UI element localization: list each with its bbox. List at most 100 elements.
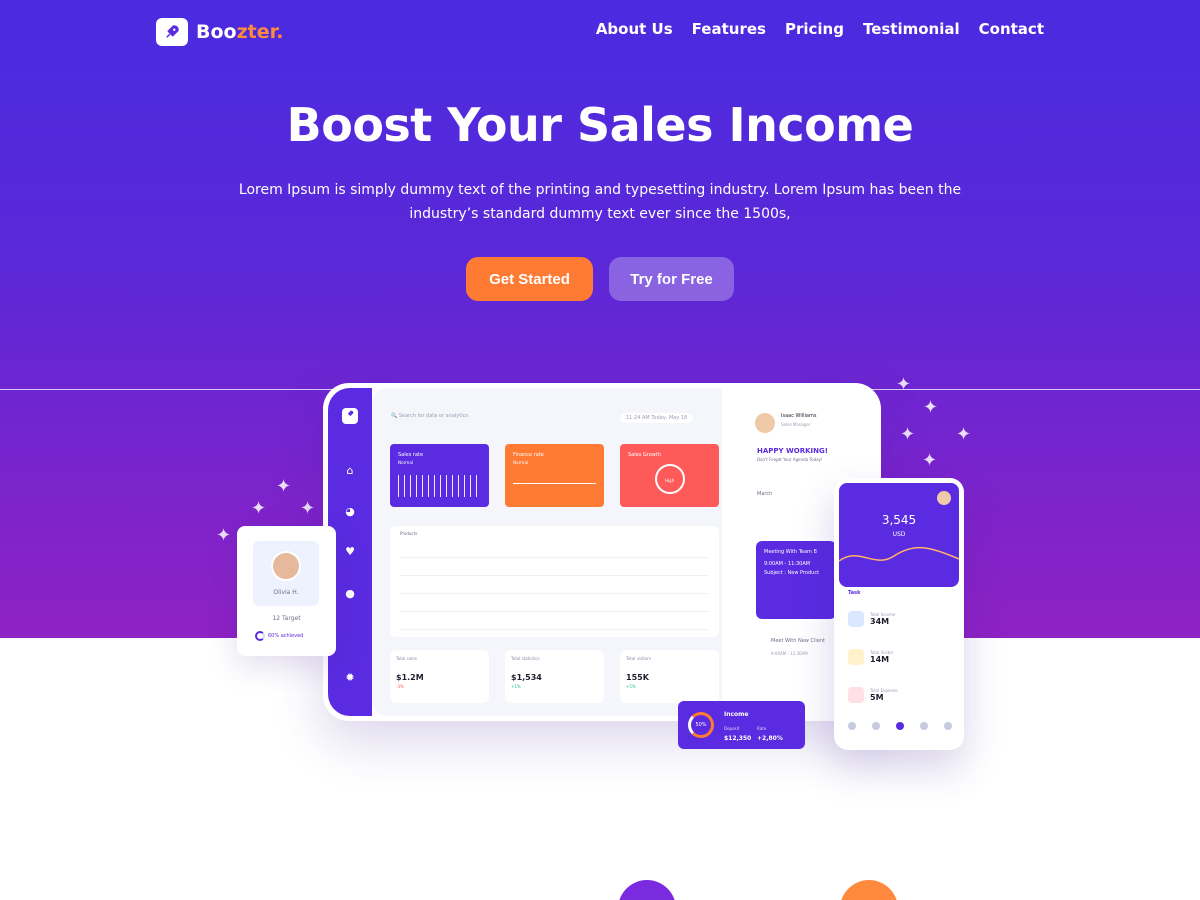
tab-icon[interactable] <box>944 722 952 730</box>
dashboard-search[interactable]: 🔍 Search for data or analytics <box>391 413 468 419</box>
feature-icon-orange <box>840 880 898 900</box>
meeting-card[interactable]: Meeting With Team B 9:00AM - 11:30AM Sub… <box>756 541 836 619</box>
stat-label: Total sales <box>396 656 417 661</box>
calendar-month: March <box>757 491 773 497</box>
task-item[interactable]: Total Income 34M <box>848 606 948 632</box>
greeting-sub: Don't Forget Your Agenda Today! <box>757 457 823 462</box>
phone-currency: USD <box>892 531 906 538</box>
kpi-slider <box>513 483 596 484</box>
income-title: Income <box>724 711 749 718</box>
stat-value: 155K <box>626 673 649 682</box>
phone-tab-bar <box>848 722 952 730</box>
income-progress-ring: 50% <box>688 712 714 738</box>
progress-ring-icon <box>255 631 265 641</box>
sparkle-icon: ✦ <box>216 525 232 546</box>
task-item[interactable]: Total Visitor 14M <box>848 644 948 670</box>
rocket-icon <box>342 408 358 424</box>
kpi-sparkbars <box>398 475 481 497</box>
document-icon <box>848 649 864 665</box>
sparkle-icon: ✦ <box>896 374 912 395</box>
table-title: Products <box>400 531 418 536</box>
profile-achieved-text: 60% achieved <box>268 633 304 639</box>
brand-name: Boozter. <box>196 21 284 43</box>
task-item[interactable]: Total Expense 5M <box>848 682 948 708</box>
kpi-card-finance-rate: Finance rate Normal <box>505 444 604 507</box>
heart-icon: ♥ <box>345 545 355 558</box>
document-icon <box>848 611 864 627</box>
sparkle-icon: ✦ <box>276 476 292 497</box>
tab-icon-active[interactable] <box>896 722 904 730</box>
meeting2-title: Meet With New Client <box>771 638 825 644</box>
sparkle-icon: ✦ <box>956 424 972 445</box>
tab-icon[interactable] <box>920 722 928 730</box>
sparkle-icon: ✦ <box>923 397 939 418</box>
sparkle-icon: ✦ <box>900 424 916 445</box>
user-icon: ● <box>345 587 355 600</box>
stat-label: Total visitors <box>626 656 652 661</box>
kpi-sub: Normal <box>398 460 414 465</box>
nav-about-us[interactable]: About Us <box>596 20 673 38</box>
phone-balance-card: 3,545 USD <box>839 483 959 587</box>
avatar <box>271 551 301 581</box>
home-icon: ⌂ <box>346 464 354 477</box>
profile-achievement: 60% achieved <box>255 631 303 641</box>
stat-change: -3% <box>396 684 404 689</box>
dashboard-time: 11:24 AM Today, May 18 <box>620 413 694 423</box>
meeting2-time: 9:00AM - 11:30AM <box>771 651 808 656</box>
profile-name: Olivia H. <box>273 589 299 596</box>
table-row[interactable] <box>400 612 709 630</box>
search-placeholder: Search for data or analytics <box>398 413 468 419</box>
table-row[interactable] <box>400 594 709 612</box>
brand-logo[interactable]: Boozter. <box>156 18 284 46</box>
stat-change: +1% <box>511 684 521 689</box>
income-rate-label: Rate <box>757 726 767 731</box>
income-rate-value: +2,80% <box>757 735 783 742</box>
profile-card: Olivia H. 12 Target 60% achieved <box>237 526 336 656</box>
user-role: Sales Manager <box>781 422 811 427</box>
stat-card-total-sales: Total sales $1.2M -3% <box>390 650 489 703</box>
nav-testimonial[interactable]: Testimonial <box>863 20 960 38</box>
table-row[interactable] <box>400 576 709 594</box>
meeting-time: 9:00AM - 11:30AM <box>764 561 811 567</box>
document-icon <box>848 687 864 703</box>
income-percent: 50% <box>695 722 707 728</box>
nav-features[interactable]: Features <box>692 20 766 38</box>
greeting: HAPPY WORKING! <box>757 447 828 455</box>
phone-mockup: 3,545 USD Task Total Income 34M Total Vis… <box>834 478 964 750</box>
table-row[interactable] <box>400 558 709 576</box>
sparkle-icon: ✦ <box>922 450 938 471</box>
sparkle-icon: ✦ <box>251 498 267 519</box>
balance-wave-line <box>839 546 959 562</box>
stat-card-total-visitors: Total visitors 155K +5% <box>620 650 719 703</box>
task-item-value: 34M <box>870 617 890 626</box>
income-card: 50% Income Deposit $12,350 Rate +2,80% <box>678 701 805 749</box>
hero-subtitle: Lorem Ipsum is simply dummy text of the … <box>238 182 962 222</box>
nav-contact[interactable]: Contact <box>979 20 1044 38</box>
stat-value: $1,534 <box>511 673 542 682</box>
kpi-label: Sales rate <box>398 452 424 458</box>
nav-pricing[interactable]: Pricing <box>785 20 844 38</box>
meeting-subject: Subject : New Product <box>764 570 820 576</box>
landing-page: Boozter. About Us Features Pricing Testi… <box>0 0 1200 900</box>
meeting-title: Meeting With Team B <box>764 549 817 555</box>
get-started-button[interactable]: Get Started <box>466 257 593 301</box>
kpi-label: Sales Growth <box>628 452 661 458</box>
products-table: Products <box>390 526 719 637</box>
sparkle-icon: ✦ <box>300 498 316 519</box>
stat-label: Total statistics <box>511 656 540 661</box>
kpi-sub: Normal <box>513 460 529 465</box>
profile-header: Olivia H. <box>253 541 319 606</box>
stat-value: $1.2M <box>396 673 424 682</box>
main-nav: About Us Features Pricing Testimonial Co… <box>596 20 1044 38</box>
avatar <box>755 413 775 433</box>
task-item-value: 14M <box>870 655 890 664</box>
avatar <box>937 491 951 505</box>
try-for-free-button[interactable]: Try for Free <box>609 257 734 301</box>
chart-icon: ◕ <box>345 505 355 518</box>
income-deposit-label: Deposit <box>724 726 740 731</box>
table-row[interactable] <box>400 540 709 558</box>
tab-icon[interactable] <box>848 722 856 730</box>
dashboard-mockup: ⌂ ◕ ♥ ● ✹ 🔍 Search for data or analytics… <box>323 383 881 721</box>
task-label: Task <box>848 590 861 596</box>
tab-icon[interactable] <box>872 722 880 730</box>
